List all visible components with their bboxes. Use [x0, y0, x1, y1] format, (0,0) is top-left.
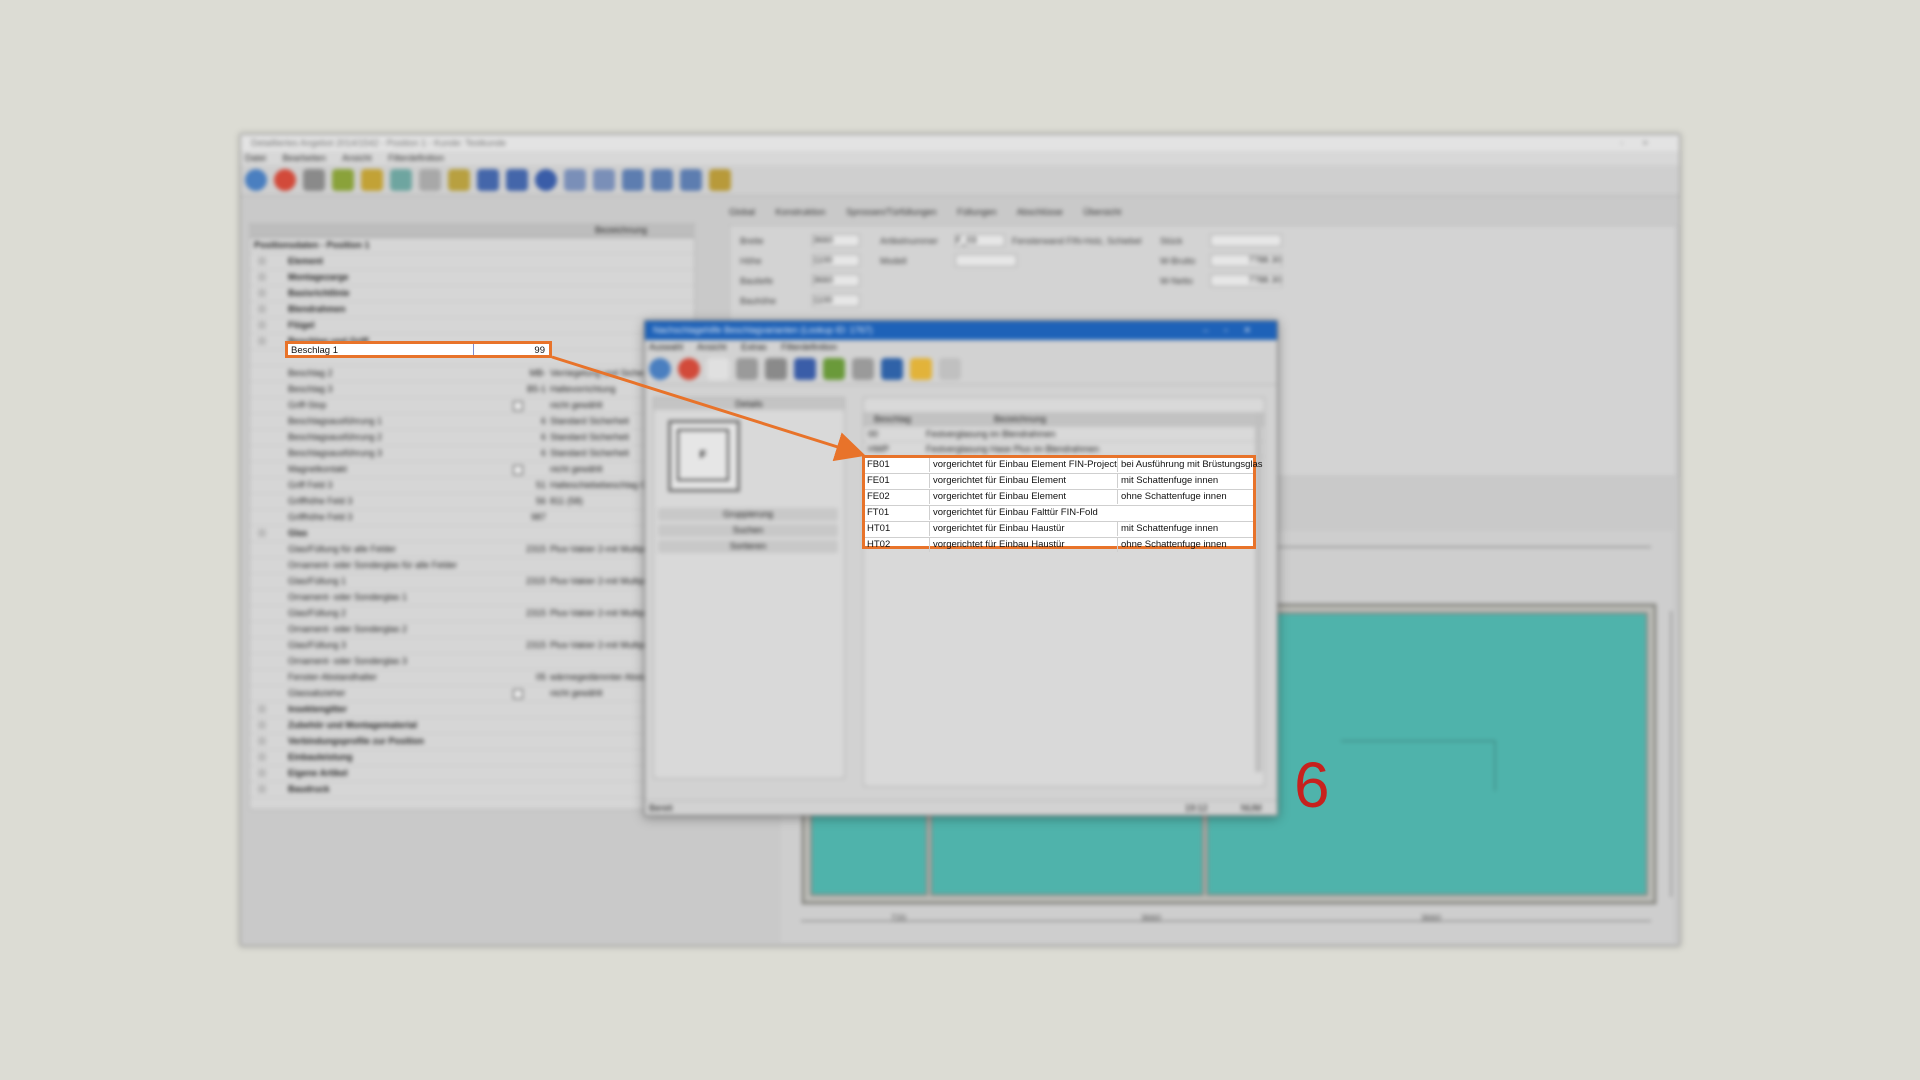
highlighted-lookup-rows: FB01 vorgerichtet für Einbau Element FIN… — [862, 455, 1263, 552]
column-separator — [473, 344, 474, 355]
lookup-row-fb01[interactable]: FB01 vorgerichtet für Einbau Element FIN… — [865, 458, 1263, 474]
field-number-label: 6 — [1294, 749, 1330, 821]
lookup-row-fe01[interactable]: FE01 vorgerichtet für Einbau Element mit… — [865, 474, 1253, 490]
highlighted-tree-row-beschlag-1[interactable]: Beschlag 1 99 — [285, 341, 552, 358]
lookup-row-ht01[interactable]: HT01 vorgerichtet für Einbau Haustür mit… — [865, 522, 1253, 538]
lookup-row-fe02[interactable]: FE02 vorgerichtet für Einbau Element ohn… — [865, 490, 1253, 506]
lookup-row-ht02[interactable]: HT02 vorgerichtet für Einbau Haustür ohn… — [865, 538, 1253, 553]
lookup-row-ft01[interactable]: FT01 vorgerichtet für Einbau Falttür FIN… — [865, 506, 1253, 522]
highlight-row-label: Beschlag 1 — [291, 345, 339, 356]
highlight-row-value[interactable]: 99 — [534, 345, 545, 356]
